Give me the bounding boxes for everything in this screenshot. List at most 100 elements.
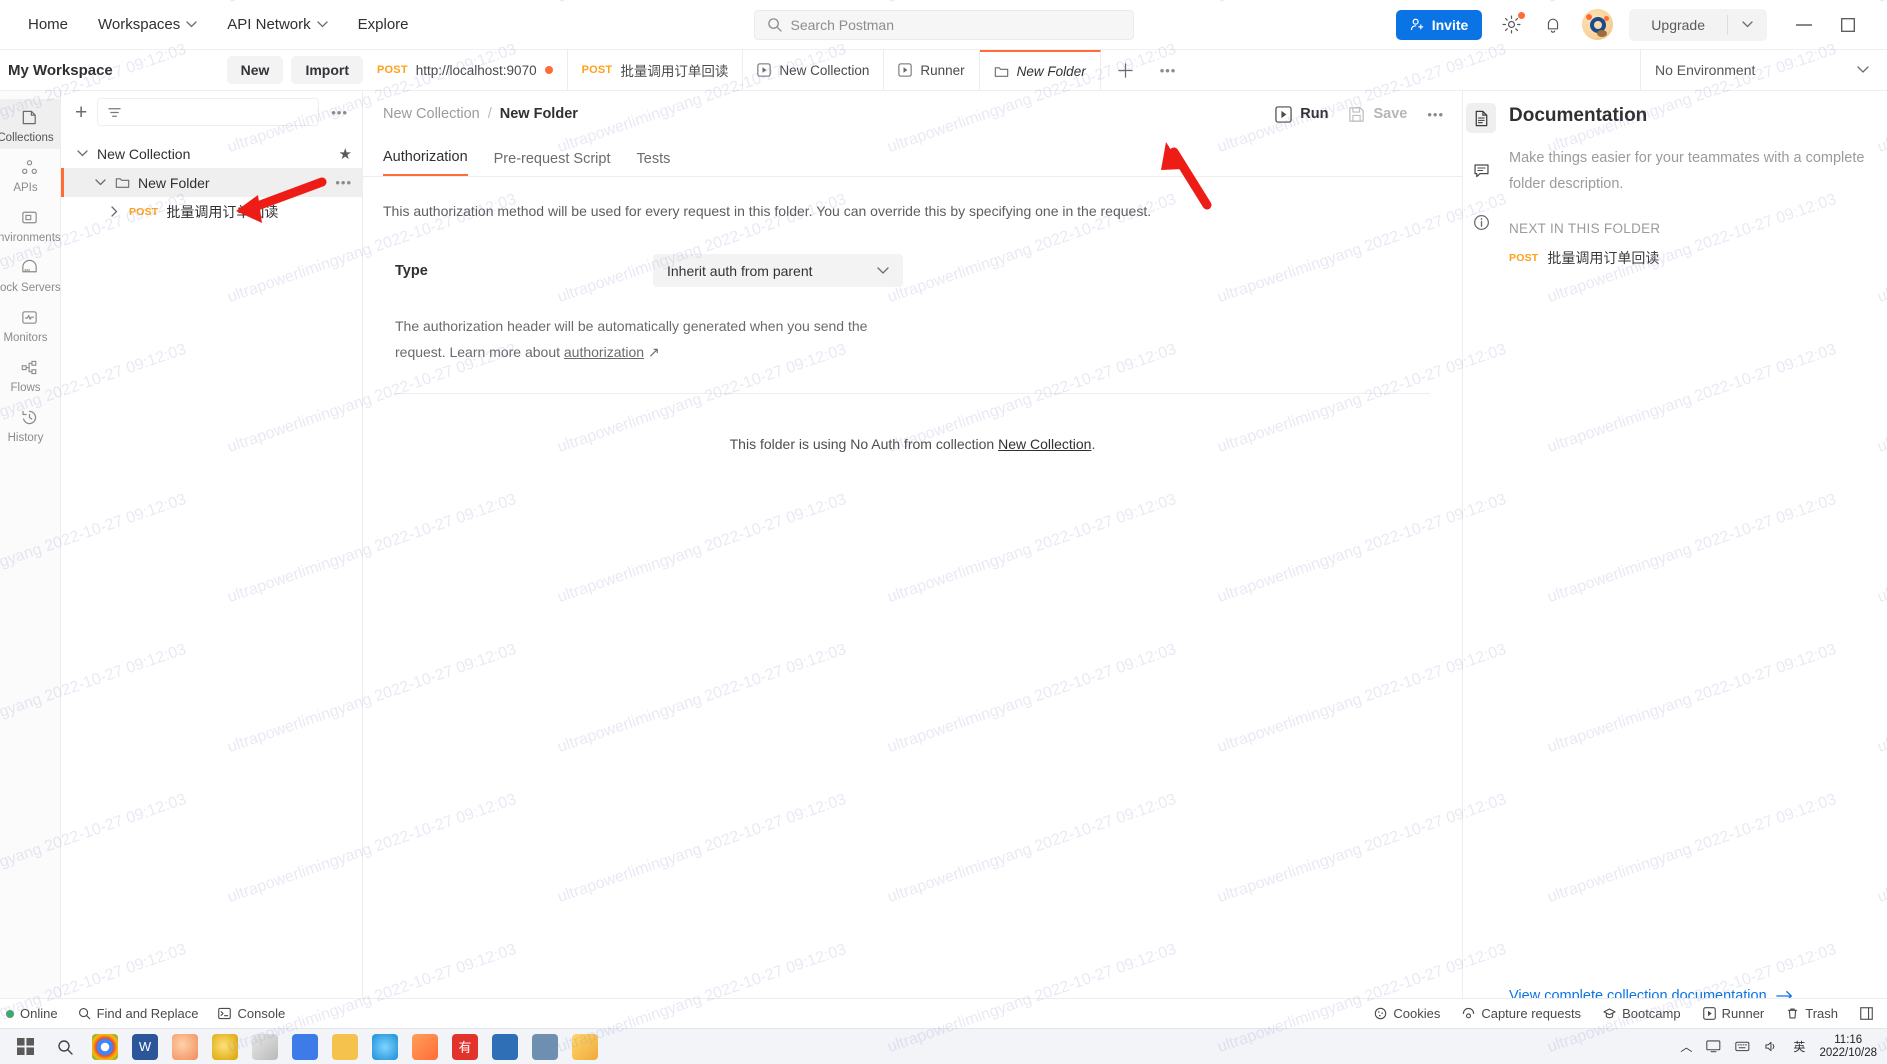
status-online[interactable]: Online xyxy=(6,1006,58,1021)
tree-request-batch-order-readback[interactable]: POST 批量调用订单回读 xyxy=(61,197,362,226)
rail-collections[interactable]: Collections xyxy=(0,99,60,149)
tree-item-label: 批量调用订单回读 xyxy=(166,203,279,220)
taskbar-app-icon[interactable] xyxy=(172,1033,198,1060)
taskbar-postman-icon[interactable] xyxy=(412,1033,438,1060)
content-tab-authorization[interactable]: Authorization xyxy=(383,149,468,176)
maximize-button[interactable] xyxy=(1837,14,1859,36)
settings-button[interactable] xyxy=(1498,10,1527,38)
rail-monitors[interactable]: Monitors xyxy=(0,299,60,349)
menu-workspaces[interactable]: Workspaces xyxy=(96,12,199,37)
trash-button[interactable]: Trash xyxy=(1786,1006,1838,1021)
upgrade-button[interactable]: Upgrade xyxy=(1629,17,1727,33)
status-bar-left: Online Find and Replace Console xyxy=(0,1006,285,1021)
start-button[interactable] xyxy=(12,1034,38,1060)
bootcamp-icon xyxy=(1603,1008,1616,1019)
tree-new-folder[interactable]: New Folder ••• xyxy=(61,168,362,197)
menu-explore[interactable]: Explore xyxy=(356,12,411,37)
taskbar-ide-icon[interactable] xyxy=(292,1033,318,1060)
taskbar-netdisk-icon[interactable]: 有 xyxy=(452,1033,478,1060)
upgrade-dropdown-button[interactable] xyxy=(1728,21,1767,28)
taskbar-clock[interactable]: 11:16 2022/10/28 xyxy=(1819,1034,1877,1060)
tray-expand-icon[interactable]: ︿ xyxy=(1680,1038,1692,1055)
save-disk-icon xyxy=(1349,106,1365,122)
taskbar-word-icon[interactable]: W xyxy=(132,1033,158,1060)
collections-icon xyxy=(20,106,39,128)
taskbar-edge-icon[interactable] xyxy=(372,1033,398,1060)
authorization-learn-more-link[interactable]: authorization xyxy=(564,344,644,360)
tab-batch-order-readback[interactable]: POST 批量调用订单回读 xyxy=(568,50,744,90)
cookies-button[interactable]: Cookies xyxy=(1374,1006,1440,1021)
auth-type-select[interactable]: Inherit auth from parent xyxy=(653,254,903,287)
tab-new-collection[interactable]: New Collection xyxy=(743,50,885,90)
rail-history-label: History xyxy=(7,432,44,444)
rail-flows[interactable]: Flows xyxy=(0,349,60,399)
taskbar-notes-icon[interactable] xyxy=(572,1033,598,1060)
chevron-down-icon[interactable] xyxy=(93,176,107,190)
sidebar-add-button[interactable]: + xyxy=(75,102,87,123)
taskbar-coin-icon[interactable] xyxy=(212,1033,238,1060)
taskbar-chrome-icon[interactable] xyxy=(92,1033,118,1060)
rail-flows-label: Flows xyxy=(10,382,41,394)
tab-new-folder[interactable]: New Folder xyxy=(979,50,1101,90)
tray-volume-icon[interactable] xyxy=(1764,1040,1779,1053)
rail-history[interactable]: History xyxy=(0,399,60,449)
new-button[interactable]: New xyxy=(226,56,284,84)
tab-options-button[interactable]: ••• xyxy=(1150,50,1187,90)
taskbar-gray-app-icon[interactable] xyxy=(532,1033,558,1060)
sidebar-filter-input[interactable] xyxy=(97,98,320,126)
maximize-icon xyxy=(1841,17,1855,32)
notifications-button[interactable] xyxy=(1540,12,1566,38)
documentation-subtitle: Make things easier for your teammates wi… xyxy=(1509,150,1865,192)
environment-selector[interactable]: No Environment xyxy=(1640,50,1887,90)
taskbar-tool-icon[interactable] xyxy=(252,1033,278,1060)
tree-item-more-options-button[interactable]: ••• xyxy=(335,175,352,190)
import-button[interactable]: Import xyxy=(291,56,363,84)
tree-item-label: New Collection xyxy=(97,145,191,162)
rail-environments[interactable]: Environments xyxy=(0,199,61,249)
menu-api-network[interactable]: API Network xyxy=(225,12,329,37)
rail-monitors-label: Monitors xyxy=(3,332,48,344)
ime-indicator[interactable]: 英 xyxy=(1793,1038,1805,1055)
favorite-star-icon[interactable]: ★ xyxy=(339,145,352,163)
new-tab-button[interactable] xyxy=(1101,50,1150,90)
capture-requests-button[interactable]: Capture requests xyxy=(1462,1006,1581,1021)
find-and-replace-button[interactable]: Find and Replace xyxy=(78,1006,198,1021)
minimize-button[interactable] xyxy=(1793,14,1815,36)
tray-keyboard-icon[interactable] xyxy=(1735,1040,1750,1053)
workspace-title: My Workspace xyxy=(8,61,113,79)
chevron-right-icon[interactable] xyxy=(107,205,121,219)
expand-panel-button[interactable] xyxy=(1860,1007,1873,1020)
sidebar-more-options-button[interactable]: ••• xyxy=(329,105,350,120)
taskbar-folder-icon[interactable] xyxy=(332,1033,358,1060)
rail-mock-servers[interactable]: Mock Servers xyxy=(0,249,61,299)
console-button[interactable]: Console xyxy=(218,1006,285,1021)
folder-icon xyxy=(994,66,1008,77)
search-placeholder-label: Search Postman xyxy=(790,16,895,33)
taskbar-search-button[interactable] xyxy=(52,1034,78,1060)
next-in-folder-item[interactable]: POST 批量调用订单回读 xyxy=(1509,248,1869,268)
run-button[interactable]: Run xyxy=(1275,105,1328,123)
user-avatar[interactable] xyxy=(1582,9,1614,40)
save-button-label: Save xyxy=(1373,106,1408,122)
invite-button[interactable]: Invite xyxy=(1395,9,1483,40)
status-online-label: Online xyxy=(20,1006,58,1021)
bootcamp-button[interactable]: Bootcamp xyxy=(1603,1006,1681,1021)
comments-icon-button[interactable] xyxy=(1466,155,1496,185)
parent-collection-link[interactable]: New Collection xyxy=(998,436,1091,452)
breadcrumb-parent[interactable]: New Collection xyxy=(383,106,480,122)
runner-button[interactable]: Runner xyxy=(1702,1006,1764,1021)
chevron-down-icon[interactable] xyxy=(75,147,89,161)
content-tab-pre-request-script[interactable]: Pre-request Script xyxy=(494,151,611,176)
menu-home[interactable]: Home xyxy=(26,12,70,37)
tab-localhost-9070[interactable]: POST http://localhost:9070 xyxy=(363,50,568,90)
tree-new-collection[interactable]: New Collection ★ xyxy=(61,139,362,168)
documentation-icon-button[interactable] xyxy=(1466,103,1496,133)
editor-more-options-button[interactable]: ••• xyxy=(1427,107,1444,122)
global-search-box[interactable]: Search Postman xyxy=(753,9,1134,40)
rail-apis[interactable]: APIs xyxy=(0,149,60,199)
info-icon-button[interactable] xyxy=(1466,207,1496,237)
content-tab-tests[interactable]: Tests xyxy=(637,151,671,176)
tray-monitor-icon[interactable] xyxy=(1706,1040,1721,1053)
taskbar-blue-app-icon[interactable] xyxy=(492,1033,518,1060)
tab-runner[interactable]: Runner xyxy=(884,50,980,90)
